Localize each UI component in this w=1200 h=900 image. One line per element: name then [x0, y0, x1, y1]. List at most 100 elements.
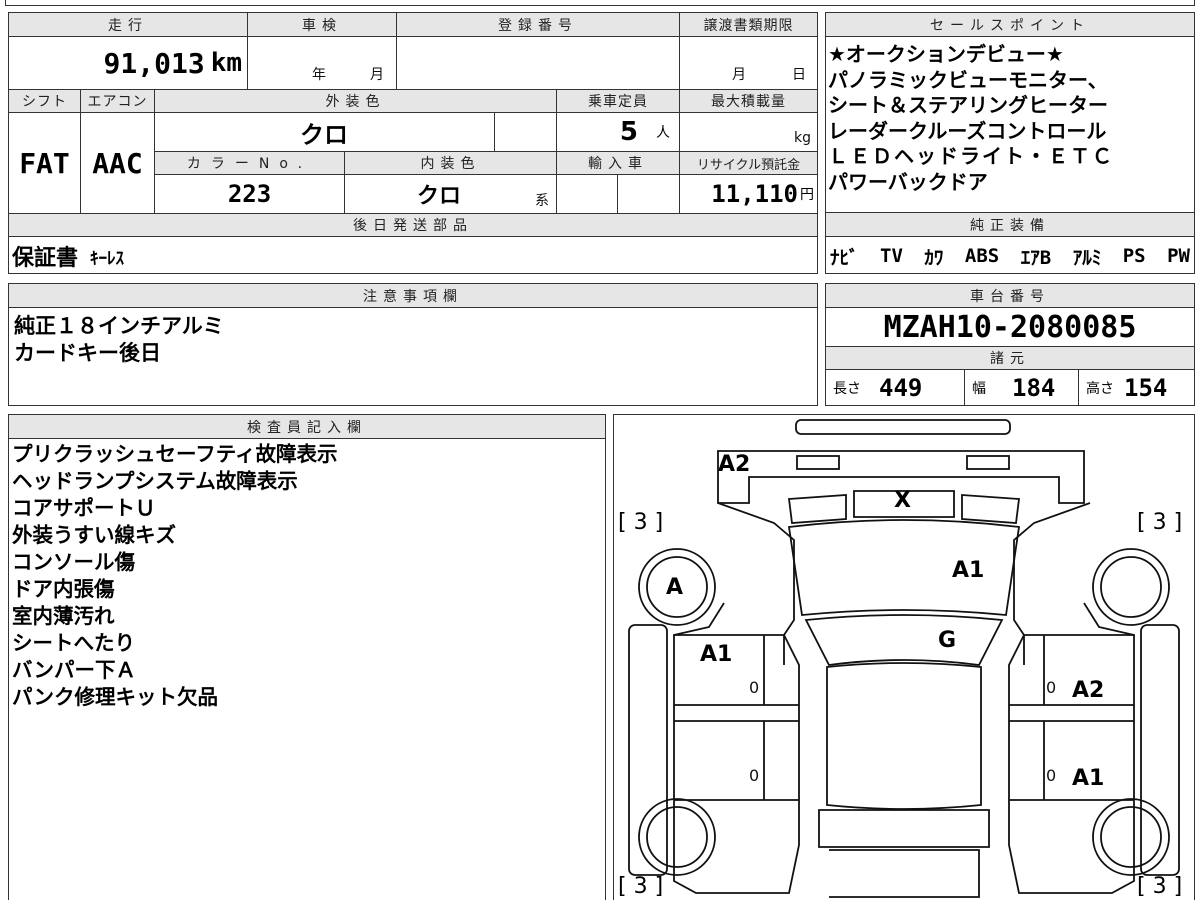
chassis-label: 車台番号	[825, 283, 1195, 308]
maxload-unit: kg	[794, 130, 811, 146]
notes-line: 純正１８インチアルミ	[14, 314, 224, 338]
mileage-value: 91,013 km	[8, 37, 248, 89]
warranty-text: 保証書	[12, 246, 79, 271]
right-side-panel	[1008, 634, 1135, 894]
inspector-line: ヘッドランプシステム故障表示	[12, 469, 298, 493]
transfer-month: 月	[732, 67, 746, 83]
transfer-label: 譲渡書類期限	[679, 12, 818, 37]
interior-unit: 系	[535, 193, 549, 209]
hood	[826, 662, 982, 810]
divider	[964, 370, 965, 406]
equipment-label: 純正装備	[825, 212, 1195, 237]
later-parts-value: 保証書 ｷｰﾚｽ	[12, 238, 124, 274]
interior-value: クロ	[416, 184, 461, 209]
divider	[494, 113, 495, 151]
inspector-line: コアサポートＵ	[12, 496, 156, 520]
height-cell: 高さ 154	[1086, 370, 1167, 406]
equipment-item-abs: ABS	[964, 245, 1000, 267]
colorno-label: カラーNo.	[154, 151, 345, 175]
mark-right-rear-door: A2	[1072, 678, 1105, 703]
inspector-line: コンソール傷	[12, 550, 135, 574]
notes-label: 注意事項欄	[8, 283, 818, 308]
rear-light-right	[966, 455, 1010, 470]
transfer-day: 日	[792, 67, 806, 83]
inspector-label: 検査員記入欄	[8, 414, 606, 439]
sales-line: シート＆ステアリングヒーター	[828, 93, 1108, 117]
rear-glass-left	[787, 494, 847, 524]
width-cell: 幅 184	[972, 370, 1055, 406]
keyless-text: ｷｰﾚｽ	[90, 248, 125, 269]
capacity-label: 乗車定員	[556, 89, 680, 113]
colorno-value: 223	[227, 180, 272, 208]
shift-label: シフト	[8, 89, 81, 113]
inspector-lines: プリクラッシュセーフティ故障表示 ヘッドランプシステム故障表示 コアサポートＵ …	[12, 441, 338, 711]
rear-glass-right	[961, 494, 1021, 524]
width-label: 幅	[972, 381, 986, 397]
registration-label: 登録番号	[396, 12, 680, 37]
sales-line: パワーバックドア	[828, 169, 988, 194]
divider	[679, 113, 680, 151]
aircon-value: AAC	[92, 146, 143, 180]
front-lower	[829, 849, 980, 898]
body-upper-outline	[717, 502, 1091, 665]
zero-mark: 0	[1046, 678, 1057, 697]
inspector-line: ドア内張傷	[12, 577, 115, 601]
zero-mark: 0	[749, 766, 760, 785]
mark-rear-glass: X	[894, 488, 911, 513]
divider	[617, 175, 618, 213]
mark-left-rear-wheel: A	[666, 575, 684, 600]
divider	[1078, 370, 1079, 406]
wheel-right-front-outer	[1092, 798, 1170, 876]
wheel-left-front-outer	[638, 798, 716, 876]
mark-tire-right-rear: [ 3 ]	[1137, 510, 1183, 535]
sales-line: レーダークルーズコントロール	[828, 118, 1107, 143]
inspector-line: バンパー下Ａ	[12, 658, 137, 682]
import-label: 輸入車	[556, 151, 680, 175]
spec-label: 諸元	[825, 346, 1195, 370]
right-side-strip	[1140, 624, 1180, 876]
inspector-line: プリクラッシュセーフティ故障表示	[12, 442, 338, 466]
recycle-label: リサイクル預託金	[679, 151, 818, 175]
rear-bumper-bar	[795, 419, 1011, 435]
inspector-line: 室内薄汚れ	[12, 604, 115, 628]
front-section	[818, 809, 990, 848]
sales-line: ★オークションデビュー★	[828, 42, 1064, 66]
mileage-number: 91,013	[103, 46, 205, 80]
equipment-item-alloy: ｱﾙﾐ	[1072, 246, 1102, 269]
capacity-number: 5	[619, 117, 638, 147]
equipment-item-nav: ﾅﾋﾞ	[830, 246, 859, 269]
mark-tire-right-front: [ 3 ]	[1137, 874, 1183, 899]
left-side-strip	[628, 624, 668, 876]
mark-tire-left-rear: [ 3 ]	[618, 510, 664, 535]
divider	[247, 37, 248, 89]
equipment-item-pw: PW	[1167, 245, 1190, 267]
divider	[556, 175, 557, 213]
roof	[787, 519, 1021, 616]
mark-right-front-door: A1	[1072, 766, 1105, 791]
top-strip	[5, 0, 1195, 6]
exterior-label: 外装色	[154, 89, 557, 113]
sales-line: パノラミックビューモニター、	[828, 67, 1108, 92]
inspector-line: パンク修理キット欠品	[12, 685, 219, 709]
wheel-right-rear-inner	[1100, 556, 1162, 618]
exterior-value: クロ	[300, 120, 348, 149]
equipment-item-tv: TV	[880, 245, 903, 267]
divider	[679, 37, 680, 89]
interior-label: 内装色	[344, 151, 557, 175]
aircon-label: エアコン	[80, 89, 155, 113]
recycle-value: 11,110 円	[679, 175, 818, 213]
mark-windshield: G	[938, 628, 957, 653]
shaken-year: 年	[312, 67, 326, 83]
inspector-line: 外装うすい線キズ	[12, 523, 176, 547]
rear-light-left	[796, 455, 840, 470]
mark-left-rear-door: A1	[700, 642, 733, 667]
mark-roof: A1	[952, 558, 985, 583]
recycle-unit: 円	[800, 187, 814, 203]
sales-lines: ★オークションデビュー★ パノラミックビューモニター、 シート＆ステアリングヒー…	[828, 42, 1193, 195]
left-quarter	[673, 602, 1135, 636]
windshield	[804, 614, 1004, 666]
mark-rear: A2	[718, 452, 751, 477]
chassis-number: MZAH10-2080085	[883, 309, 1137, 345]
equipment-item-airbag: ｴｱB	[1020, 246, 1052, 269]
notes-lines: 純正１８インチアルミ カードキー後日	[14, 313, 224, 367]
